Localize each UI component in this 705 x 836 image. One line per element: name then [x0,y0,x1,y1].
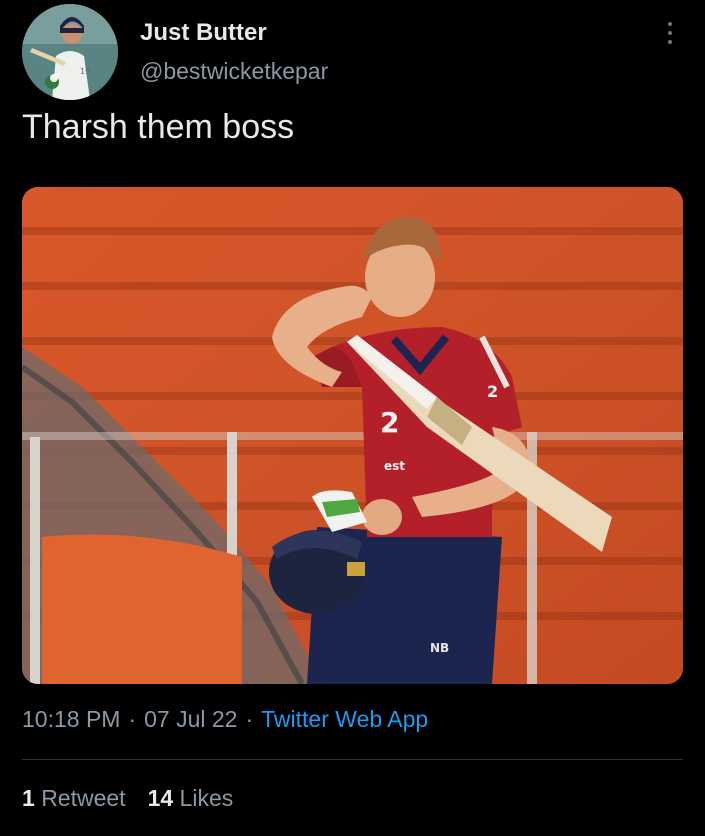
tweet-date[interactable]: 07 Jul 22 [144,706,237,732]
tweet-media-photo[interactable]: 2 est 2 NB [22,187,683,684]
tweet-time[interactable]: 10:18 PM [22,706,120,732]
retweets-count: 1 [22,785,35,811]
tweet-meta: 10:18 PM · 07 Jul 22 · Twitter Web App [22,706,428,733]
more-vertical-icon[interactable] [658,18,682,48]
more-dot [668,40,672,44]
avatar[interactable]: 19 [22,4,118,100]
svg-text:2: 2 [487,382,498,401]
svg-text:19: 19 [80,67,90,76]
svg-text:est: est [384,459,405,473]
cricket-player-photo: 2 est 2 NB [22,187,683,684]
svg-text:2: 2 [380,406,399,439]
tweet-source-link[interactable]: Twitter Web App [261,706,428,732]
svg-text:NB: NB [430,641,449,655]
retweets-label: Retweet [41,785,126,811]
author-display-name[interactable]: Just Butter [140,19,267,47]
likes-stat[interactable]: 14 Likes [148,785,234,811]
avatar-image: 19 [22,4,118,100]
more-dot [668,31,672,35]
tweet-text: Tharsh them boss [22,108,295,146]
tweet-stats: 1 Retweet 14 Likes [22,785,233,812]
meta-separator: · [245,706,254,732]
likes-label: Likes [179,785,234,811]
retweets-stat[interactable]: 1 Retweet [22,785,126,811]
divider [22,759,683,760]
author-handle[interactable]: @bestwicketkepar [140,58,328,85]
meta-separator: · [128,706,137,732]
likes-count: 14 [147,785,174,811]
more-dot [668,22,672,26]
